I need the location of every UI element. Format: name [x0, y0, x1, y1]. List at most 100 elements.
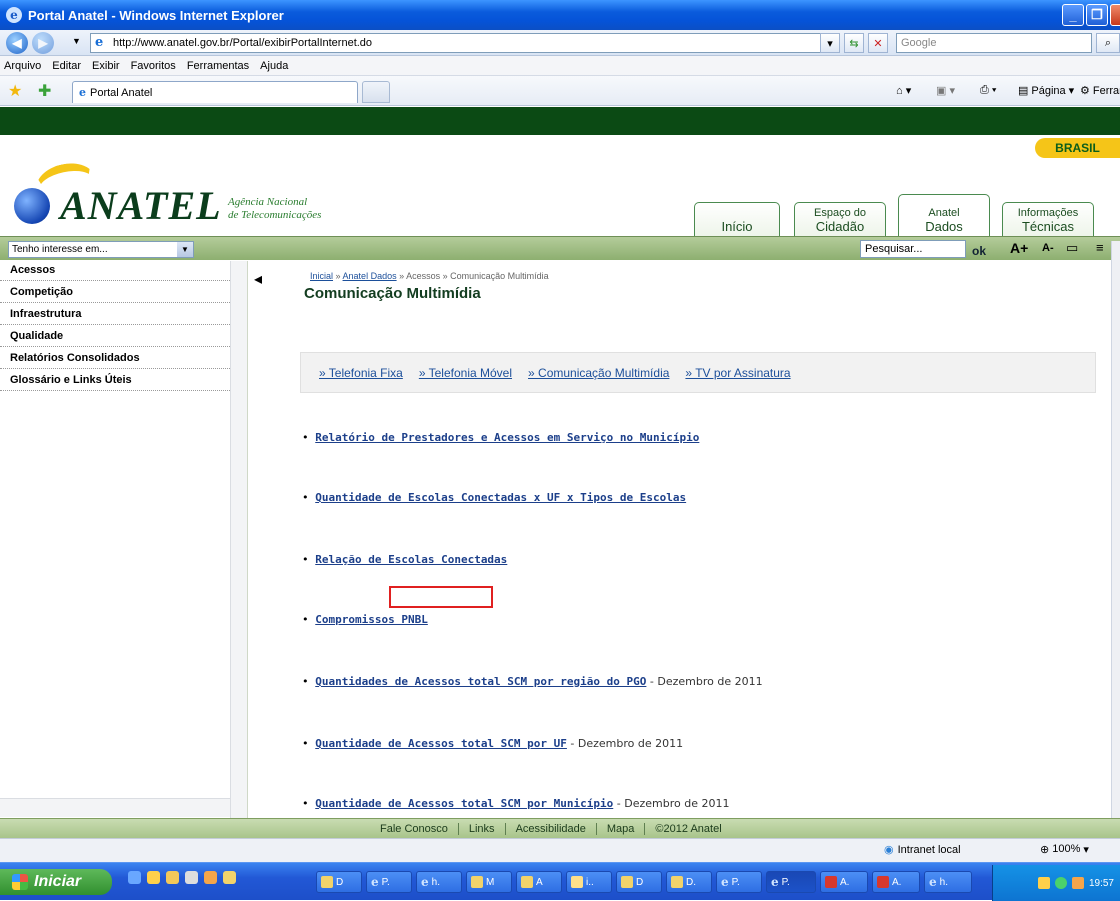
rss-icon[interactable]: ≡ [1096, 240, 1104, 255]
taskbar-item-label: i.. [586, 876, 594, 888]
subnav-tv-assinatura[interactable]: » TV por Assinatura [685, 366, 790, 380]
favorites-star-icon[interactable]: ★ [8, 81, 22, 101]
subnav-telefonia-movel[interactable]: » Telefonia Móvel [419, 366, 512, 380]
tab-bar: ★ ✚ e Portal Anatel ⌂ ▾ ▣ ▾ ⎙ ▾ ▤ Página ▾… [0, 76, 1120, 106]
footer-mapa[interactable]: Mapa [597, 822, 646, 835]
list-item: • Quantidade de Acessos total SCM por Mu… [302, 797, 730, 810]
tab-espaco-cidadao[interactable]: Espaço do Cidadão [794, 202, 886, 236]
start-button[interactable]: Iniciar [0, 869, 112, 895]
interest-select[interactable]: Tenho interesse em... ▼ [8, 241, 194, 258]
breadcrumb-section-link[interactable]: Anatel Dados [343, 271, 397, 281]
search-input[interactable]: Google [896, 33, 1092, 53]
tools-menu[interactable]: ⚙Ferramentas [1080, 84, 1120, 98]
ie-quicklaunch-icon[interactable] [128, 871, 141, 884]
feeds-icon[interactable]: ▣ ▾ [936, 84, 955, 97]
menu-exibir[interactable]: Exibir [92, 60, 120, 72]
history-dropdown-icon[interactable]: ▼ [72, 36, 81, 46]
stop-icon[interactable]: ✕ [868, 33, 888, 53]
site-tools-bar: Tenho interesse em... ▼ Pesquisar... ok … [0, 236, 1120, 260]
taskbar-item-active[interactable]: e P. [766, 871, 816, 893]
tab-info-line2: Técnicas [1021, 219, 1075, 234]
menu-ferramentas[interactable]: Ferramentas [187, 60, 249, 72]
font-increase-button[interactable]: A+ [1010, 240, 1028, 256]
footer-fale-conosco[interactable]: Fale Conosco [370, 822, 459, 835]
outlook-icon[interactable] [147, 871, 160, 884]
sidebar-item-competicao[interactable]: Competição [0, 283, 230, 303]
taskbar-item[interactable]: e P. [366, 871, 412, 893]
taskbar-item[interactable]: D. [666, 871, 712, 893]
tray-icon[interactable] [1037, 877, 1050, 889]
report-link[interactable]: Relatório de Prestadores e Acessos em Se… [315, 431, 699, 444]
taskbar-item[interactable]: M [466, 871, 512, 893]
footer-links[interactable]: Links [459, 822, 506, 835]
menu-favoritos[interactable]: Favoritos [131, 60, 176, 72]
site-search-button[interactable]: ok [972, 244, 986, 258]
print-icon[interactable]: ⎙ ▾ [980, 84, 996, 97]
menu-editar[interactable]: Editar [52, 60, 81, 72]
taskbar-item[interactable]: i.. [566, 871, 612, 893]
subnav-telefonia-fixa[interactable]: » Telefonia Fixa [319, 366, 403, 380]
sidebar-hscrollbar[interactable] [0, 798, 230, 817]
tab-informacoes-tecnicas[interactable]: Informações Técnicas [1002, 202, 1094, 236]
media-icon[interactable] [185, 871, 198, 884]
tab-inicio[interactable]: Início [694, 202, 780, 236]
taskbar-item[interactable]: e P. [716, 871, 762, 893]
sidebar-item-relatorios[interactable]: Relatórios Consolidados [0, 349, 230, 369]
report-link[interactable]: Relação de Escolas Conectadas [315, 553, 507, 566]
taskbar-item-label: D [336, 876, 344, 888]
add-favorite-icon[interactable]: ✚ [38, 81, 51, 101]
report-link[interactable]: Compromissos PNBL [315, 613, 428, 626]
taskbar-item[interactable]: A. [872, 871, 920, 893]
menu-arquivo[interactable]: Arquivo [4, 60, 41, 72]
sidebar-item-acessos[interactable]: Acessos [0, 261, 230, 281]
address-input[interactable]: e http://www.anatel.gov.br/Portal/exibir… [90, 33, 832, 53]
refresh-icon[interactable]: ⇆ [844, 33, 864, 53]
page-scrollbar[interactable] [1111, 241, 1120, 818]
home-icon[interactable]: ⌂ ▾ [896, 84, 911, 97]
new-tab-button[interactable] [362, 81, 390, 103]
taskbar-item[interactable]: A [516, 871, 562, 893]
print-page-icon[interactable]: ▭ [1066, 240, 1078, 256]
tab-portal-anatel[interactable]: e Portal Anatel [72, 81, 358, 103]
taskbar-item[interactable]: e h. [924, 871, 972, 893]
report-link[interactable]: Quantidades de Acessos total SCM por reg… [315, 675, 646, 688]
report-link[interactable]: Quantidade de Acessos total SCM por UF [315, 737, 567, 750]
sidebar-item-qualidade[interactable]: Qualidade [0, 327, 230, 347]
zoom-control[interactable]: ⊕ 100% ▾ [1040, 843, 1089, 856]
anatel-logo[interactable]: ANATEL [14, 158, 222, 229]
taskbar-item-label: A. [892, 876, 902, 888]
brasil-badge[interactable]: BRASIL [1035, 138, 1120, 158]
subnav-comunicacao-multimidia[interactable]: » Comunicação Multimídia [528, 366, 669, 380]
network-icon[interactable] [1054, 877, 1067, 889]
taskbar-item[interactable]: e h. [416, 871, 462, 893]
folder-icon[interactable] [166, 871, 179, 884]
report-link[interactable]: Quantidade de Acessos total SCM por Muni… [315, 797, 613, 810]
zone-indicator[interactable]: ◉ Intranet local [884, 843, 961, 857]
page-menu[interactable]: ▤ Página ▾ [1018, 84, 1074, 98]
close-button[interactable] [1110, 4, 1120, 26]
powerpoint-icon [877, 876, 889, 888]
site-search-input[interactable]: Pesquisar... [860, 240, 966, 258]
taskbar-item[interactable]: A. [820, 871, 868, 893]
search-icon[interactable]: ⌕ [1096, 33, 1120, 53]
footer-acessibilidade[interactable]: Acessibilidade [506, 822, 597, 835]
sidebar-scrollbar[interactable] [230, 261, 247, 818]
minimize-button[interactable]: _ [1062, 4, 1084, 26]
maximize-button[interactable]: ❐ [1086, 4, 1108, 26]
taskbar-item[interactable]: D [616, 871, 662, 893]
sidebar-item-glossario[interactable]: Glossário e Links Úteis [0, 371, 230, 391]
desktop-icon[interactable] [223, 871, 236, 884]
tab-anatel-dados[interactable]: Anatel Dados [898, 194, 990, 236]
back-button[interactable]: ◀ [6, 32, 28, 54]
font-decrease-button[interactable]: A- [1042, 242, 1054, 254]
report-link[interactable]: Quantidade de Escolas Conectadas x UF x … [315, 491, 686, 504]
taskbar: Iniciar D e P. e h. M A i.. D D. e P. e P. A… [0, 862, 1120, 901]
address-dropdown-icon[interactable]: ▾ [820, 33, 840, 53]
sidebar-item-infraestrutura[interactable]: Infraestrutura [0, 305, 230, 325]
taskbar-item[interactable]: D [316, 871, 362, 893]
app-icon[interactable] [204, 871, 217, 884]
forward-button[interactable]: ▶ [32, 32, 54, 54]
menu-ajuda[interactable]: Ajuda [260, 60, 288, 72]
tray-icon[interactable] [1071, 877, 1084, 889]
breadcrumb-home-link[interactable]: Inicial [310, 271, 333, 281]
